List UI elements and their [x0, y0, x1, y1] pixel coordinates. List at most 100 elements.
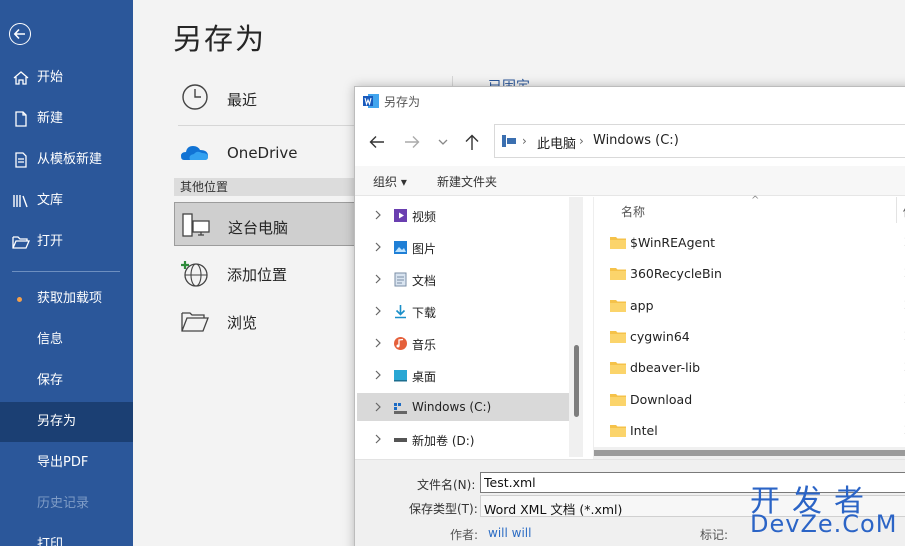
list-item[interactable]: Intel 2 — [594, 415, 905, 445]
forward-arrow-icon[interactable] — [400, 131, 424, 153]
tree-item-label: 桌面 — [412, 370, 437, 384]
tree-item-documents[interactable]: 文档 — [357, 265, 569, 293]
folder-icon — [610, 394, 626, 406]
tree-item-desktop[interactable]: 桌面 — [357, 361, 569, 389]
new-folder-button[interactable]: 新建文件夹 — [437, 173, 497, 190]
tree-scrollbar-thumb[interactable] — [574, 345, 579, 417]
tree-scrollbar[interactable] — [569, 197, 583, 457]
column-header-name[interactable]: 名称 — [621, 203, 645, 220]
nav-from-template[interactable]: 从模板新建 — [0, 140, 133, 180]
location-this-pc[interactable]: 这台电脑 — [174, 202, 364, 246]
nav-export-pdf[interactable]: 导出PDF — [0, 443, 133, 483]
tree-item-label: 图片 — [412, 242, 437, 256]
nav-open-label: 打开 — [37, 234, 64, 249]
tree-item-label: 音乐 — [412, 338, 437, 352]
tree-item-drive-c[interactable]: Windows (C:) — [357, 393, 569, 421]
location-divider — [178, 125, 356, 126]
chevron-right-icon[interactable] — [373, 241, 383, 253]
nav-open[interactable]: 打开 — [0, 222, 133, 262]
tree-item-downloads[interactable]: 下载 — [357, 297, 569, 325]
horizontal-scrollbar[interactable] — [594, 447, 905, 459]
chevron-right-icon[interactable] — [373, 337, 383, 349]
nav-home-label: 开始 — [37, 70, 64, 85]
list-item[interactable]: cygwin64 2 — [594, 321, 905, 351]
location-browse[interactable]: 浏览 — [174, 298, 364, 342]
back-arrow-icon[interactable] — [365, 131, 389, 153]
chevron-right-icon[interactable] — [373, 369, 383, 381]
file-name: dbeaver-lib — [630, 360, 701, 375]
location-recent[interactable]: 最近 — [174, 75, 364, 119]
nav-save[interactable]: 保存 — [0, 361, 133, 401]
chevron-right-icon[interactable] — [373, 209, 383, 221]
other-locations-heading: 其他位置 — [174, 178, 356, 196]
file-type-label: 保存类型(T): — [409, 502, 478, 516]
nav-info[interactable]: 信息 — [0, 320, 133, 360]
nav-save-as[interactable]: 另存为 — [0, 402, 133, 442]
location-onedrive[interactable]: OneDrive — [174, 130, 364, 174]
filename-label: 文件名(N): — [417, 478, 476, 492]
tree-item-videos[interactable]: 视频 — [357, 201, 569, 229]
horizontal-scrollbar-thumb[interactable] — [594, 450, 905, 456]
folder-icon — [610, 237, 626, 249]
list-item[interactable]: $WinREAgent 2 — [594, 227, 905, 257]
column-divider[interactable] — [896, 197, 897, 223]
folder-open-icon — [181, 312, 209, 332]
list-item[interactable]: Download 2 — [594, 384, 905, 414]
file-name: 360RecycleBin — [630, 266, 722, 281]
breadcrumb-separator: › — [522, 134, 527, 148]
nav-home[interactable]: 开始 — [0, 58, 133, 98]
nav-get-addins-label: 获取加载项 — [37, 291, 103, 306]
chevron-right-icon[interactable] — [373, 305, 383, 317]
author-label: 作者: — [450, 528, 479, 542]
up-arrow-icon[interactable] — [460, 131, 484, 153]
tree-item-label: 下载 — [412, 306, 437, 320]
address-bar[interactable]: › 此电脑 › Windows (C:) — [494, 124, 905, 158]
folder-icon — [610, 362, 626, 374]
template-icon — [15, 152, 27, 168]
list-item[interactable]: app 2 — [594, 290, 905, 320]
open-folder-icon — [12, 236, 30, 249]
tree-item-music[interactable]: 音乐 — [357, 329, 569, 357]
back-button[interactable] — [9, 23, 31, 45]
chevron-right-icon[interactable] — [373, 273, 383, 285]
location-add-place-label: 添加位置 — [227, 266, 288, 284]
file-name: Intel — [630, 423, 658, 438]
organize-button[interactable]: 组织 ▾ — [373, 173, 407, 190]
list-item[interactable]: 360RecycleBin 2 — [594, 258, 905, 288]
watermark-text-bottom: DevZe.CoM — [750, 510, 898, 538]
tree-item-label: Windows (C:) — [412, 400, 492, 414]
location-this-pc-label: 这台电脑 — [228, 219, 289, 237]
new-doc-icon — [15, 111, 27, 127]
nav-info-label: 信息 — [37, 332, 64, 347]
home-icon — [13, 71, 29, 85]
file-list: ^ 名称 修 $WinREAgent 2 360RecycleBin 2 app… — [593, 195, 905, 459]
tree-item-label: 视频 — [412, 210, 437, 224]
backstage-nav: 开始 新建 从模板新建 文库 打开 获取加载项 信息 保存 另存为 导出PDF … — [0, 0, 133, 546]
folder-icon — [610, 331, 626, 343]
location-onedrive-label: OneDrive — [227, 144, 298, 162]
globe-add-icon — [181, 261, 208, 287]
nav-new[interactable]: 新建 — [0, 99, 133, 139]
tree-item-label: 文档 — [412, 274, 437, 288]
folder-icon — [610, 300, 626, 312]
chevron-down-icon[interactable] — [431, 131, 455, 153]
location-add-place[interactable]: 添加位置 — [174, 250, 364, 294]
breadcrumb-separator: › — [579, 134, 584, 148]
breadcrumb-drive[interactable]: Windows (C:) — [593, 133, 679, 148]
clock-icon — [182, 84, 208, 110]
command-bar: 组织 ▾ 新建文件夹 — [355, 166, 905, 196]
location-recent-label: 最近 — [227, 91, 258, 109]
tree-item-label: 新加卷 (D:) — [412, 434, 475, 448]
nav-get-addins[interactable]: 获取加载项 — [0, 279, 133, 319]
breadcrumb-this-pc[interactable]: 此电脑 — [537, 133, 576, 152]
nav-library[interactable]: 文库 — [0, 181, 133, 221]
file-name: Download — [630, 392, 693, 407]
tree-item-pictures[interactable]: 图片 — [357, 233, 569, 261]
nav-print[interactable]: 打印 — [0, 525, 133, 546]
chevron-right-icon[interactable] — [373, 401, 383, 413]
list-item[interactable]: dbeaver-lib 2 — [594, 352, 905, 382]
chevron-right-icon[interactable] — [373, 433, 383, 445]
nav-new-label: 新建 — [37, 111, 64, 126]
tree-item-drive-d[interactable]: 新加卷 (D:) — [357, 425, 569, 453]
author-value[interactable]: will will — [488, 526, 531, 540]
